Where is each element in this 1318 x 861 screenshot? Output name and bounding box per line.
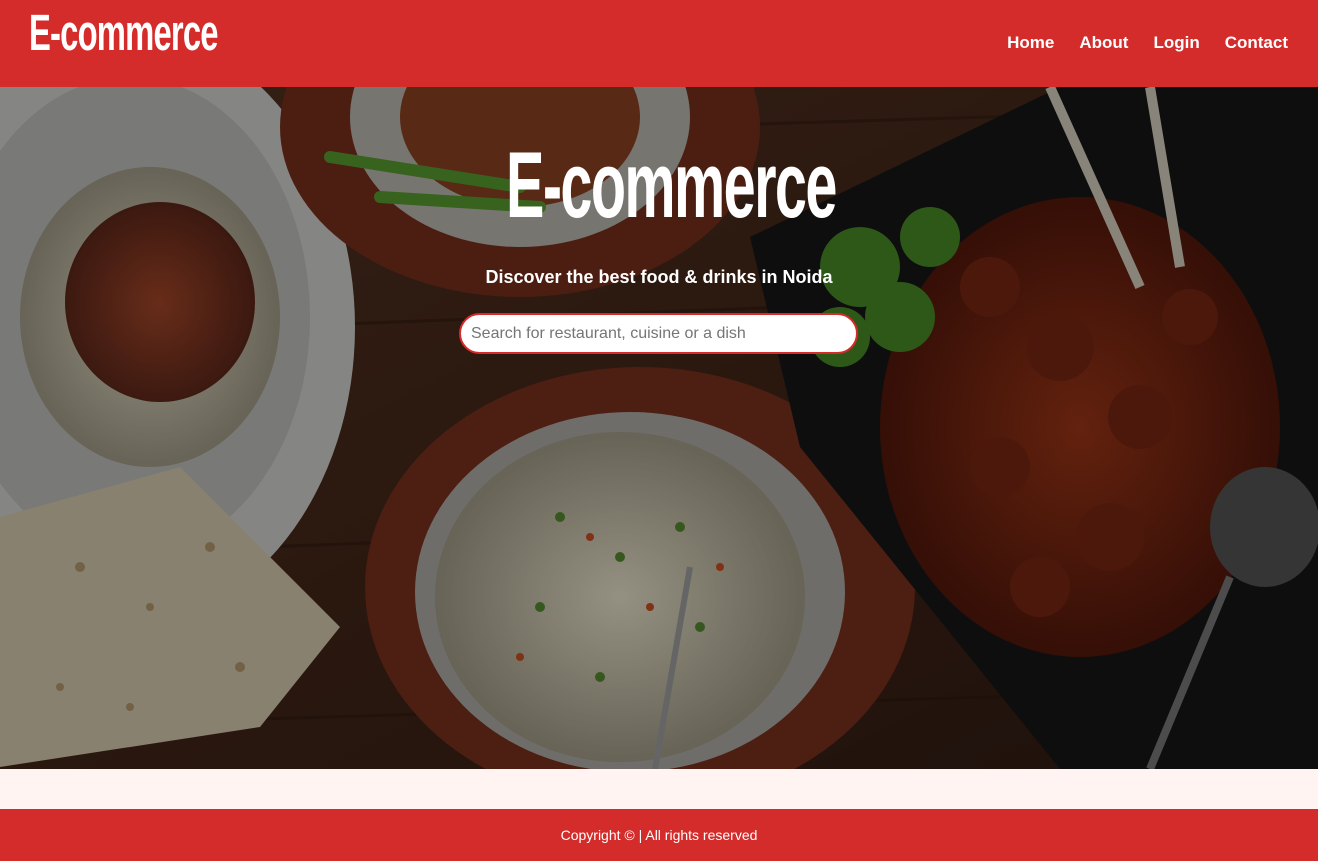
hero-logo: E-commerce bbox=[506, 133, 837, 238]
nav-link-login[interactable]: Login bbox=[1153, 33, 1199, 53]
hero-section: E-commerce Discover the best food & drin… bbox=[0, 87, 1318, 769]
nav-link-about[interactable]: About bbox=[1079, 33, 1128, 53]
hero-tagline: Discover the best food & drinks in Noida bbox=[485, 267, 833, 287]
nav-links: Home About Login Contact bbox=[1007, 33, 1288, 53]
nav-link-contact[interactable]: Contact bbox=[1225, 33, 1288, 53]
navbar: E-commerce Home About Login Contact bbox=[0, 0, 1318, 87]
footer-copyright: Copyright © | All rights reserved bbox=[560, 827, 758, 843]
search-input[interactable] bbox=[459, 313, 858, 354]
footer: Copyright © | All rights reserved bbox=[0, 809, 1318, 861]
site-logo[interactable]: E-commerce bbox=[29, 8, 219, 59]
nav-link-home[interactable]: Home bbox=[1007, 33, 1054, 53]
